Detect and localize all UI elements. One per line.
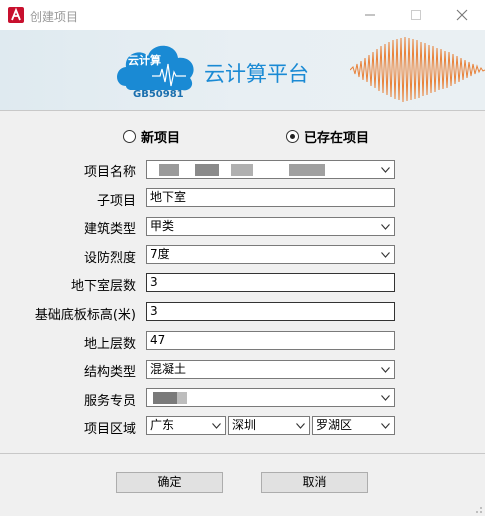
above-floors-label: 地上层数 <box>83 337 136 352</box>
base-slab-elev-input[interactable]: 3 <box>146 302 395 321</box>
chevron-down-icon <box>209 417 223 434</box>
redacted-block <box>289 164 325 176</box>
logo-text: 云计算 <box>128 54 161 67</box>
chevron-down-icon <box>378 218 392 235</box>
province-value: 广东 <box>150 418 175 432</box>
base-slab-elev-label: 基础底板标高(米) <box>34 308 136 323</box>
chevron-down-icon <box>378 417 392 434</box>
minimize-icon <box>365 14 375 16</box>
radio-new-project[interactable]: 新项目 <box>123 127 180 146</box>
title-bar: 创建项目 <box>0 0 485 30</box>
radio-button[interactable] <box>123 130 136 143</box>
window-title: 创建项目 <box>30 10 79 24</box>
district-select[interactable]: 罗湖区 <box>312 416 395 435</box>
building-type-value: 甲类 <box>150 219 175 233</box>
sub-project-input[interactable]: 地下室 <box>146 188 395 207</box>
city-value: 深圳 <box>232 418 257 432</box>
logo-code: GB50981 <box>133 89 184 100</box>
redacted-block <box>177 392 187 404</box>
redacted-block <box>153 392 177 404</box>
above-floors-input[interactable]: 47 <box>146 331 395 350</box>
redacted-block <box>159 164 179 176</box>
platform-name: 云计算平台 <box>204 62 309 86</box>
radio-button[interactable] <box>286 130 299 143</box>
redacted-block <box>195 164 219 176</box>
ok-button[interactable]: 确定 <box>116 472 223 493</box>
chevron-down-icon <box>378 161 392 178</box>
close-button[interactable] <box>439 0 485 30</box>
footer-divider <box>0 453 485 454</box>
intensity-value: 7度 <box>150 247 170 261</box>
project-name-label: 项目名称 <box>83 165 136 180</box>
cancel-button[interactable]: 取消 <box>261 472 368 493</box>
chevron-down-icon <box>293 417 307 434</box>
base-slab-elev-value: 3 <box>150 304 158 318</box>
radio-existing-label: 已存在项目 <box>304 131 370 146</box>
radio-existing-project[interactable]: 已存在项目 <box>286 127 369 146</box>
city-select[interactable]: 深圳 <box>228 416 310 435</box>
chevron-down-icon <box>378 361 392 378</box>
redacted-block <box>231 164 253 176</box>
radio-new-label: 新项目 <box>141 131 181 146</box>
service-staff-label: 服务专员 <box>83 394 136 409</box>
basement-floors-label: 地下室层数 <box>70 279 136 294</box>
sub-project-value: 地下室 <box>150 190 187 204</box>
seismic-wave-graphic <box>350 36 485 103</box>
structure-type-select[interactable]: 混凝土 <box>146 360 395 379</box>
region-label: 项目区域 <box>83 422 136 437</box>
banner: 云计算 GB50981 云计算平台 <box>0 30 485 110</box>
structure-type-value: 混凝土 <box>150 362 187 376</box>
province-select[interactable]: 广东 <box>146 416 226 435</box>
district-value: 罗湖区 <box>316 418 353 432</box>
sub-project-label: 子项目 <box>96 194 136 209</box>
maximize-button[interactable] <box>393 0 439 30</box>
chevron-down-icon <box>378 389 392 406</box>
service-staff-select[interactable] <box>146 388 395 407</box>
chevron-down-icon <box>378 246 392 263</box>
close-icon <box>456 9 468 21</box>
intensity-select[interactable]: 7度 <box>146 245 395 264</box>
basement-floors-value: 3 <box>150 275 158 289</box>
building-type-label: 建筑类型 <box>83 222 136 237</box>
building-type-select[interactable]: 甲类 <box>146 217 395 236</box>
project-name-select[interactable] <box>146 160 395 179</box>
structure-type-label: 结构类型 <box>83 365 136 380</box>
basement-floors-input[interactable]: 3 <box>146 273 395 292</box>
above-floors-value: 47 <box>150 333 166 347</box>
banner-divider <box>0 110 485 111</box>
intensity-label: 设防烈度 <box>83 251 136 266</box>
resize-grip-icon[interactable] <box>473 504 483 514</box>
autocad-icon <box>8 7 24 23</box>
minimize-button[interactable] <box>347 0 393 30</box>
maximize-icon <box>411 10 421 20</box>
